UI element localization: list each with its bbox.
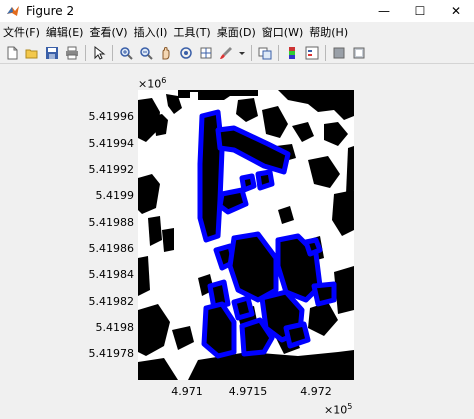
rotate-3d-icon[interactable]: [178, 45, 194, 61]
open-file-icon[interactable]: [24, 45, 40, 61]
toolbar-separator: [251, 44, 252, 61]
minimize-button[interactable]: —: [366, 0, 402, 22]
toolbar-separator: [278, 44, 279, 61]
brush-icon[interactable]: [218, 45, 234, 61]
close-button[interactable]: ✕: [438, 0, 474, 22]
x-exponent-label: ×105: [324, 402, 352, 417]
y-tick-label: 5.41994: [88, 137, 135, 150]
menu-help[interactable]: 帮助(H): [306, 24, 351, 40]
menu-bar: 文件(F) 编辑(E) 查看(V) 插入(I) 工具(T) 桌面(D) 窗口(W…: [0, 23, 474, 41]
y-tick-label: 5.41984: [88, 268, 135, 281]
dropdown-arrow-icon[interactable]: [238, 45, 246, 61]
y-exponent-base: ×10: [138, 77, 162, 91]
figure-window: Figure 2 — ☐ ✕ 文件(F) 编辑(E) 查看(V) 插入(I) 工…: [0, 0, 474, 419]
edit-plot-icon[interactable]: [91, 45, 107, 61]
y-tick-label: 5.41992: [88, 163, 135, 176]
menu-view[interactable]: 查看(V): [86, 24, 130, 40]
y-tick-label: 5.41996: [88, 110, 135, 123]
y-tick-label: 5.41988: [88, 216, 135, 229]
menu-window[interactable]: 窗口(W): [259, 24, 306, 40]
print-icon[interactable]: [64, 45, 80, 61]
y-tick-label: 5.4198: [95, 321, 135, 334]
link-plot-icon[interactable]: [257, 45, 273, 61]
y-exponent-label: ×106: [138, 76, 166, 91]
matlab-logo-icon: [7, 6, 19, 16]
title-bar[interactable]: Figure 2 — ☐ ✕: [0, 0, 474, 22]
menu-tools[interactable]: 工具(T): [170, 24, 213, 40]
y-tick-label: 5.41978: [88, 347, 135, 360]
menu-desktop[interactable]: 桌面(D): [214, 24, 259, 40]
new-figure-icon[interactable]: [4, 45, 20, 61]
window-title: Figure 2: [26, 4, 75, 18]
save-icon[interactable]: [44, 45, 60, 61]
y-tick-label: 5.4199: [95, 189, 135, 202]
menu-insert[interactable]: 插入(I): [131, 24, 171, 40]
menu-file[interactable]: 文件(F): [0, 24, 43, 40]
x-tick-label: 4.972: [300, 385, 332, 398]
data-cursor-icon[interactable]: [198, 45, 214, 61]
insert-colorbar-icon[interactable]: [284, 45, 300, 61]
y-exponent-power: 6: [161, 76, 167, 85]
show-plot-tools-icon[interactable]: [351, 45, 367, 61]
toolbar-separator: [85, 44, 86, 61]
axes-image[interactable]: [138, 90, 354, 380]
figure-toolbar: [0, 42, 474, 64]
insert-legend-icon[interactable]: [304, 45, 320, 61]
x-exponent-base: ×10: [324, 403, 348, 417]
menu-edit[interactable]: 编辑(E): [43, 24, 87, 40]
pan-icon[interactable]: [158, 45, 174, 61]
hide-plot-tools-icon[interactable]: [331, 45, 347, 61]
x-tick-label: 4.9715: [228, 385, 268, 398]
x-exponent-power: 5: [347, 402, 353, 411]
x-tick-label: 4.971: [171, 385, 203, 398]
zoom-out-icon[interactable]: [138, 45, 154, 61]
maximize-button[interactable]: ☐: [402, 0, 438, 22]
y-tick-label: 5.41982: [88, 295, 135, 308]
zoom-in-icon[interactable]: [118, 45, 134, 61]
y-tick-label: 5.41986: [88, 242, 135, 255]
toolbar-separator: [325, 44, 326, 61]
toolbar-separator: [112, 44, 113, 61]
